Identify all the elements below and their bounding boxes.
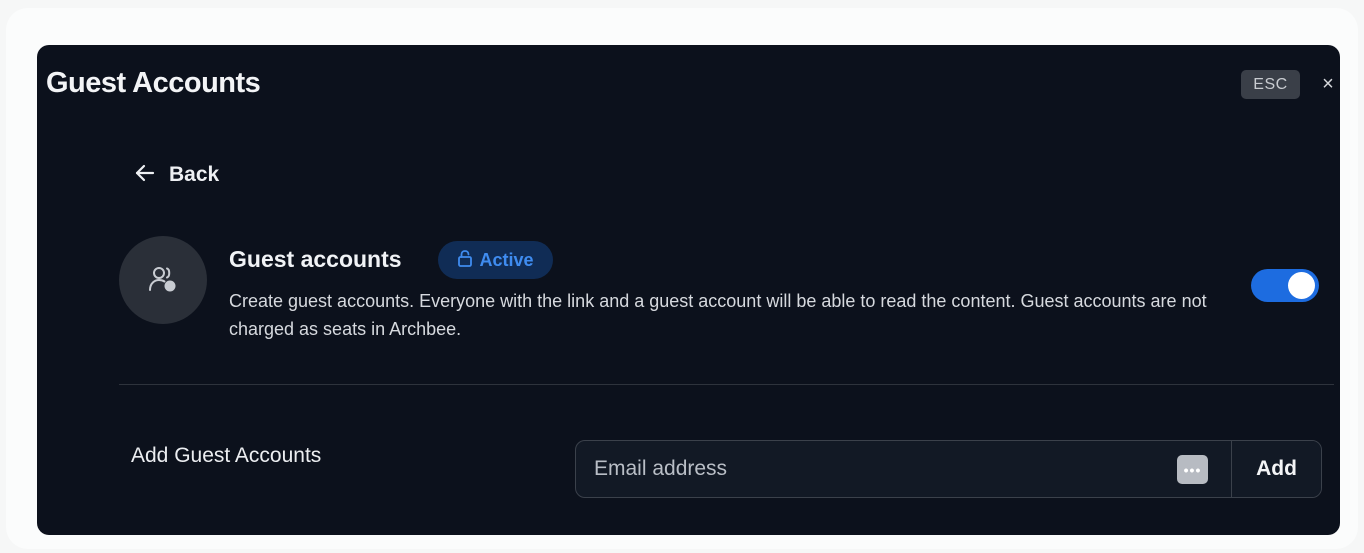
lock-icon	[457, 249, 473, 272]
feature-description: Create guest accounts. Everyone with the…	[229, 291, 1207, 339]
add-guest-form: ••• Add	[575, 440, 1322, 498]
status-badge-label: Active	[479, 249, 534, 270]
arrow-left-icon	[133, 161, 157, 190]
password-manager-icon[interactable]: •••	[1177, 455, 1208, 484]
toggle-knob	[1288, 272, 1315, 299]
page-title: Guest Accounts	[46, 67, 261, 99]
back-button[interactable]: Back	[133, 160, 219, 190]
guest-users-icon	[119, 236, 207, 324]
guest-accounts-modal: Guest Accounts ESC × Back Guest accounts	[37, 45, 1340, 535]
outer-frame: Guest Accounts ESC × Back Guest accounts	[6, 8, 1358, 549]
add-guest-accounts-label: Add Guest Accounts	[131, 444, 322, 467]
divider	[119, 384, 1334, 385]
status-badge: Active	[438, 241, 553, 279]
esc-hint: ESC	[1241, 70, 1300, 99]
email-input[interactable]	[576, 441, 1231, 497]
back-label: Back	[169, 163, 220, 186]
add-button[interactable]: Add	[1231, 441, 1321, 497]
close-icon[interactable]: ×	[1317, 71, 1339, 97]
guest-accounts-toggle[interactable]	[1251, 269, 1319, 302]
feature-title: Guest accounts	[229, 246, 402, 272]
